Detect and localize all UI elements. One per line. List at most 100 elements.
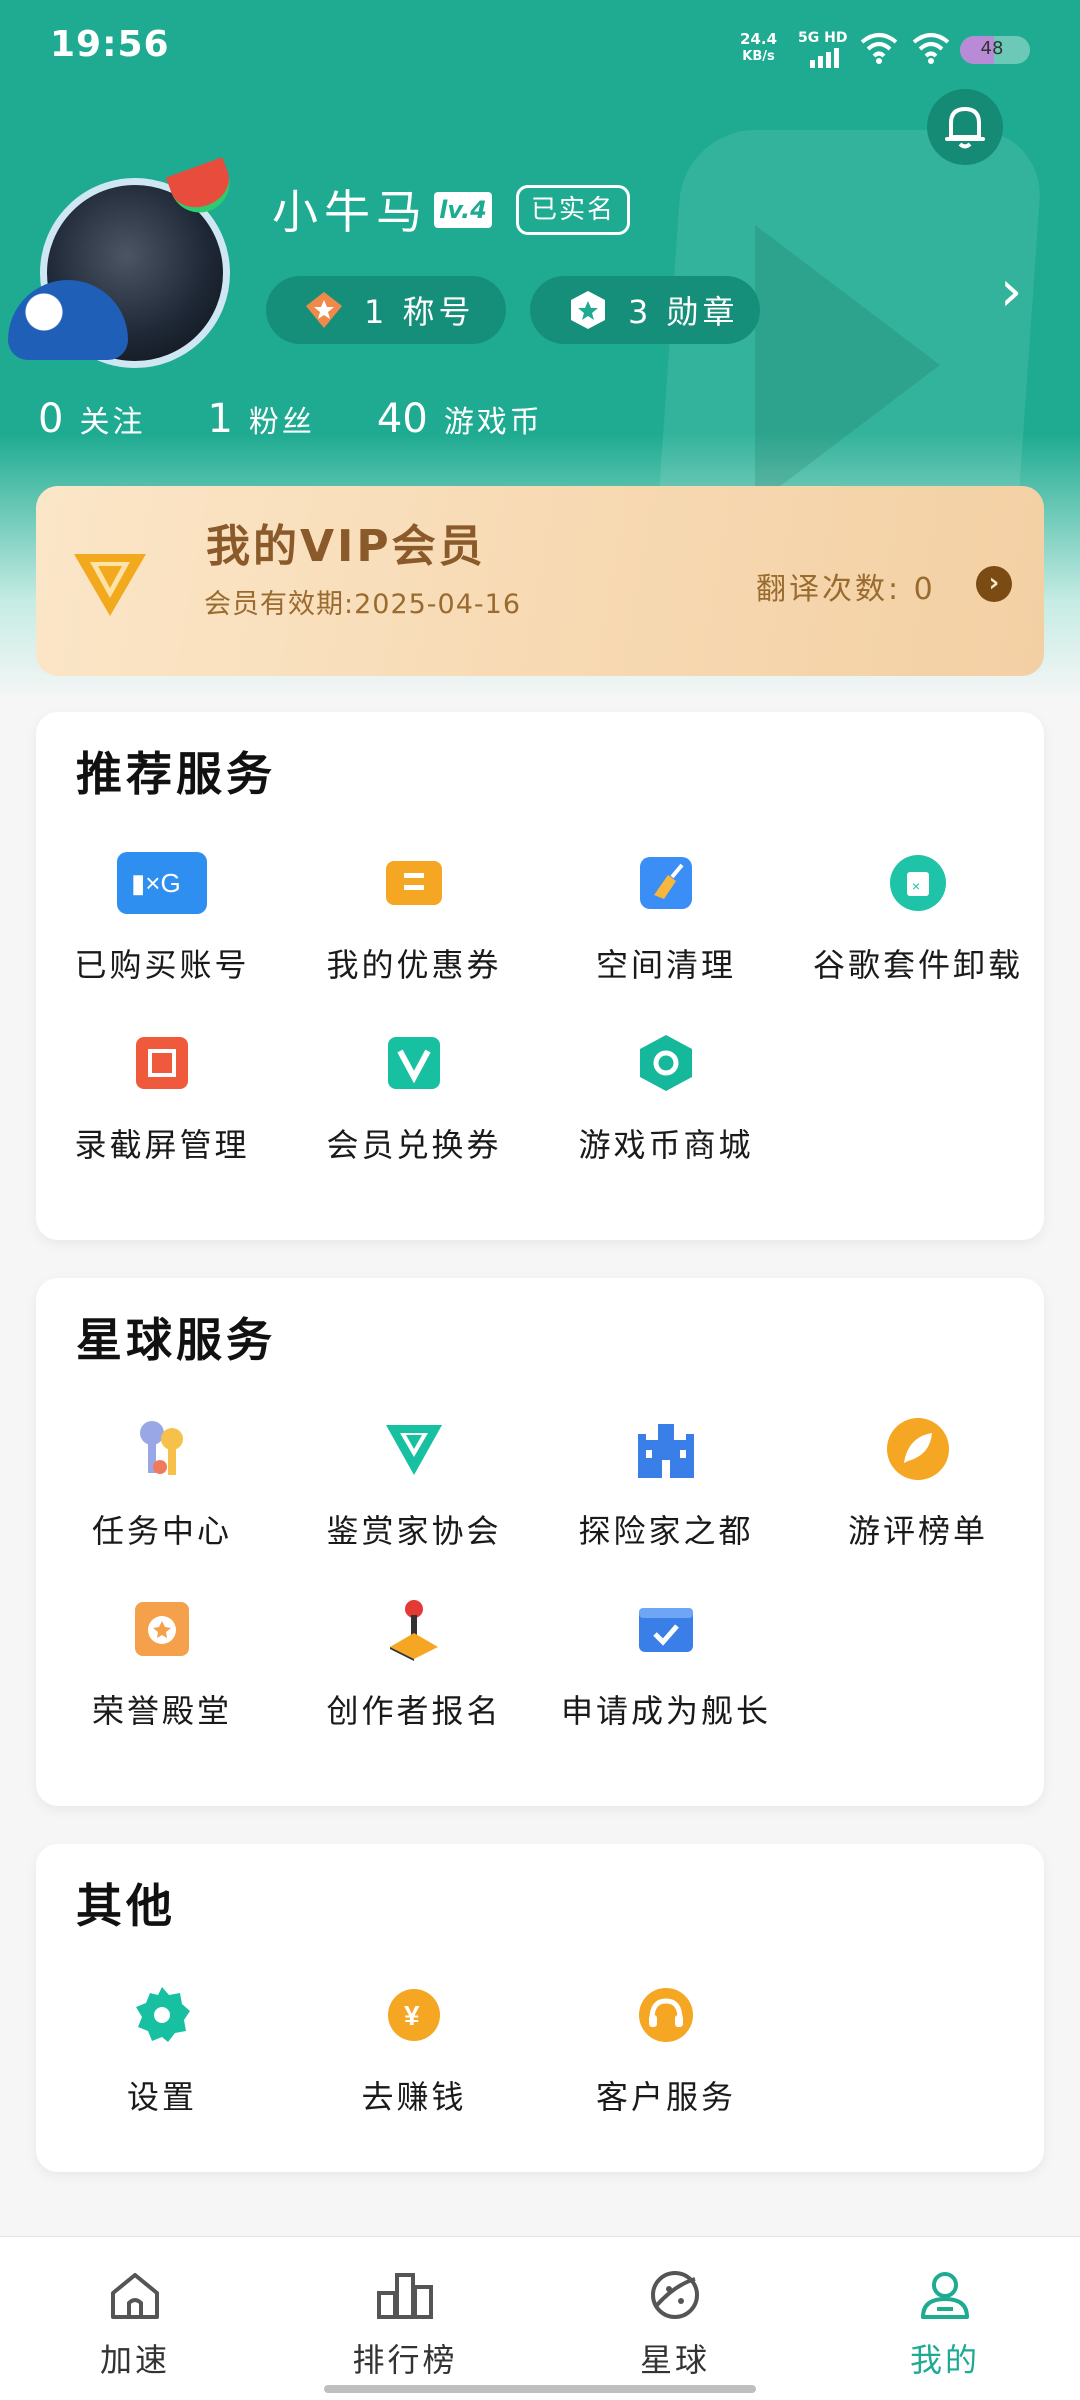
notification-button[interactable] (927, 89, 1003, 165)
service-explorer-city[interactable]: 探险家之都 (540, 1414, 792, 1552)
service-label: 空间清理 (595, 946, 736, 984)
joystick-icon (369, 1594, 459, 1664)
service-label: 设置 (126, 2078, 197, 2116)
tab-label: 我的 (909, 2341, 980, 2379)
honor-star-icon (117, 1594, 207, 1664)
service-space-clean[interactable]: 空间清理 (540, 848, 792, 986)
service-label: 已购买账号 (74, 946, 250, 984)
planet-services-card: 星球服务 任务中心 鉴赏家协会 探险家之都 游评榜单 荣誉殿堂 创作者报名 申请… (36, 1278, 1044, 1806)
diamond-icon (302, 288, 346, 332)
header-play-shape (755, 225, 940, 505)
battery-icon: 48 (960, 36, 1030, 64)
svg-text:×: × (912, 878, 920, 894)
translate-count: 翻译次数: 0 (756, 572, 936, 607)
stat-follow[interactable]: 0 关注 (38, 396, 145, 442)
service-apply-captain[interactable]: 申请成为舰长 (540, 1594, 792, 1732)
service-label: 游评榜单 (847, 1512, 988, 1550)
stat-label: 关注 (79, 405, 146, 440)
service-coin-mall[interactable]: 游戏币商城 (540, 1028, 792, 1166)
stat-label: 游戏币 (443, 405, 543, 440)
service-label: 录截屏管理 (74, 1126, 250, 1164)
tab-mine[interactable]: 我的 (810, 2237, 1080, 2400)
stat-value: 1 (207, 396, 233, 442)
tab-label: 排行榜 (352, 2341, 458, 2379)
vip-logo-icon (74, 554, 146, 616)
signal-label: 5G HD (798, 30, 848, 46)
network-speed-value: 24.4 (740, 30, 778, 48)
service-earn-money[interactable]: ¥ 去赚钱 (288, 1980, 540, 2118)
service-task-center[interactable]: 任务中心 (36, 1414, 288, 1552)
feather-icon (873, 1414, 963, 1484)
castle-icon (621, 1414, 711, 1484)
section-title: 其他 (76, 1879, 176, 1933)
service-label: 去赚钱 (361, 2078, 467, 2116)
account-swap-icon: ▮×G (117, 848, 207, 918)
profile-stats: 0 关注 1 粉丝 40 游戏币 (38, 396, 605, 442)
checklist-icon (621, 1594, 711, 1664)
service-label: 鉴赏家协会 (326, 1512, 502, 1550)
tab-planet[interactable]: 星球 (540, 2237, 810, 2400)
keys-icon (117, 1414, 207, 1484)
status-bar: 19:56 24.4 KB/s 5G HD 48 (0, 0, 1080, 95)
service-label: 我的优惠券 (326, 946, 502, 984)
bottom-tab-bar: 加速 排行榜 星球 我的 (0, 2236, 1080, 2400)
service-label: 会员兑换券 (326, 1126, 502, 1164)
coupon-icon (369, 848, 459, 918)
home-icon (111, 2273, 159, 2319)
service-settings[interactable]: 设置 (36, 1980, 288, 2118)
service-label: 申请成为舰长 (560, 1692, 771, 1730)
gear-icon (117, 1980, 207, 2050)
medals-pill-label: 3 勋章 (628, 293, 739, 331)
signal-bars-icon (810, 48, 839, 68)
medals-pill[interactable]: 3 勋章 (530, 276, 760, 344)
vip-arrow-icon[interactable]: › (976, 566, 1012, 602)
stat-coins[interactable]: 40 游戏币 (377, 396, 543, 442)
accounts-pill[interactable]: 1 称号 (266, 276, 506, 344)
service-label: 创作者报名 (326, 1692, 502, 1730)
service-screen-record[interactable]: 录截屏管理 (36, 1028, 288, 1166)
headset-icon (621, 1980, 711, 2050)
tab-ranking[interactable]: 排行榜 (270, 2237, 540, 2400)
service-my-coupons[interactable]: 我的优惠券 (288, 848, 540, 986)
vip-expiry: 会员有效期:2025-04-16 (204, 589, 522, 620)
svg-text:¥: ¥ (404, 2000, 420, 2031)
service-label: 荣誉殿堂 (91, 1692, 232, 1730)
wifi-secondary-icon (912, 33, 950, 64)
stat-fans[interactable]: 1 粉丝 (207, 396, 314, 442)
tab-label: 星球 (639, 2341, 710, 2379)
service-google-uninstall[interactable]: × 谷歌套件卸载 (792, 848, 1044, 986)
svg-text:▮×G: ▮×G (131, 868, 181, 898)
planet-icon (651, 2271, 699, 2319)
vip-voucher-icon (369, 1028, 459, 1098)
medal-icon (566, 288, 610, 332)
other-services-card: 其他 设置 ¥ 去赚钱 客户服务 (36, 1844, 1044, 2172)
service-creator-signup[interactable]: 创作者报名 (288, 1594, 540, 1732)
yuan-coin-icon: ¥ (369, 1980, 459, 2050)
vip-title: 我的VIP会员 (206, 521, 486, 572)
vip-card[interactable]: 我的VIP会员 会员有效期:2025-04-16 翻译次数: 0 › (36, 486, 1044, 676)
recommended-services-card: 推荐服务 ▮×G 已购买账号 我的优惠券 空间清理 × 谷歌套件卸载 录截屏管理… (36, 712, 1044, 1240)
service-game-review-rank[interactable]: 游评榜单 (792, 1414, 1044, 1552)
gesture-home-bar[interactable] (324, 2385, 756, 2393)
stat-value: 0 (38, 396, 64, 442)
coin-mall-icon (621, 1028, 711, 1098)
stat-value: 40 (376, 396, 428, 442)
section-title: 推荐服务 (76, 747, 276, 801)
profile-detail-chevron-icon[interactable]: › (1000, 264, 1044, 320)
tab-accelerate[interactable]: 加速 (0, 2237, 270, 2400)
service-purchased-accounts[interactable]: ▮×G 已购买账号 (36, 848, 288, 986)
service-label: 任务中心 (91, 1512, 232, 1550)
trash-icon: × (873, 848, 963, 918)
service-customer-service[interactable]: 客户服务 (540, 1980, 792, 2118)
service-connoisseur[interactable]: 鉴赏家协会 (288, 1414, 540, 1552)
stat-label: 粉丝 (248, 405, 315, 440)
broom-icon (621, 848, 711, 918)
network-speed-unit: KB/s (742, 49, 775, 64)
ranking-icon (377, 2273, 433, 2319)
level-badge: lv.4 (434, 192, 492, 228)
service-hall-of-honor[interactable]: 荣誉殿堂 (36, 1594, 288, 1732)
service-label: 客户服务 (595, 2078, 736, 2116)
service-vip-voucher[interactable]: 会员兑换券 (288, 1028, 540, 1166)
battery-level: 48 (980, 38, 1004, 59)
bell-icon (945, 107, 985, 149)
